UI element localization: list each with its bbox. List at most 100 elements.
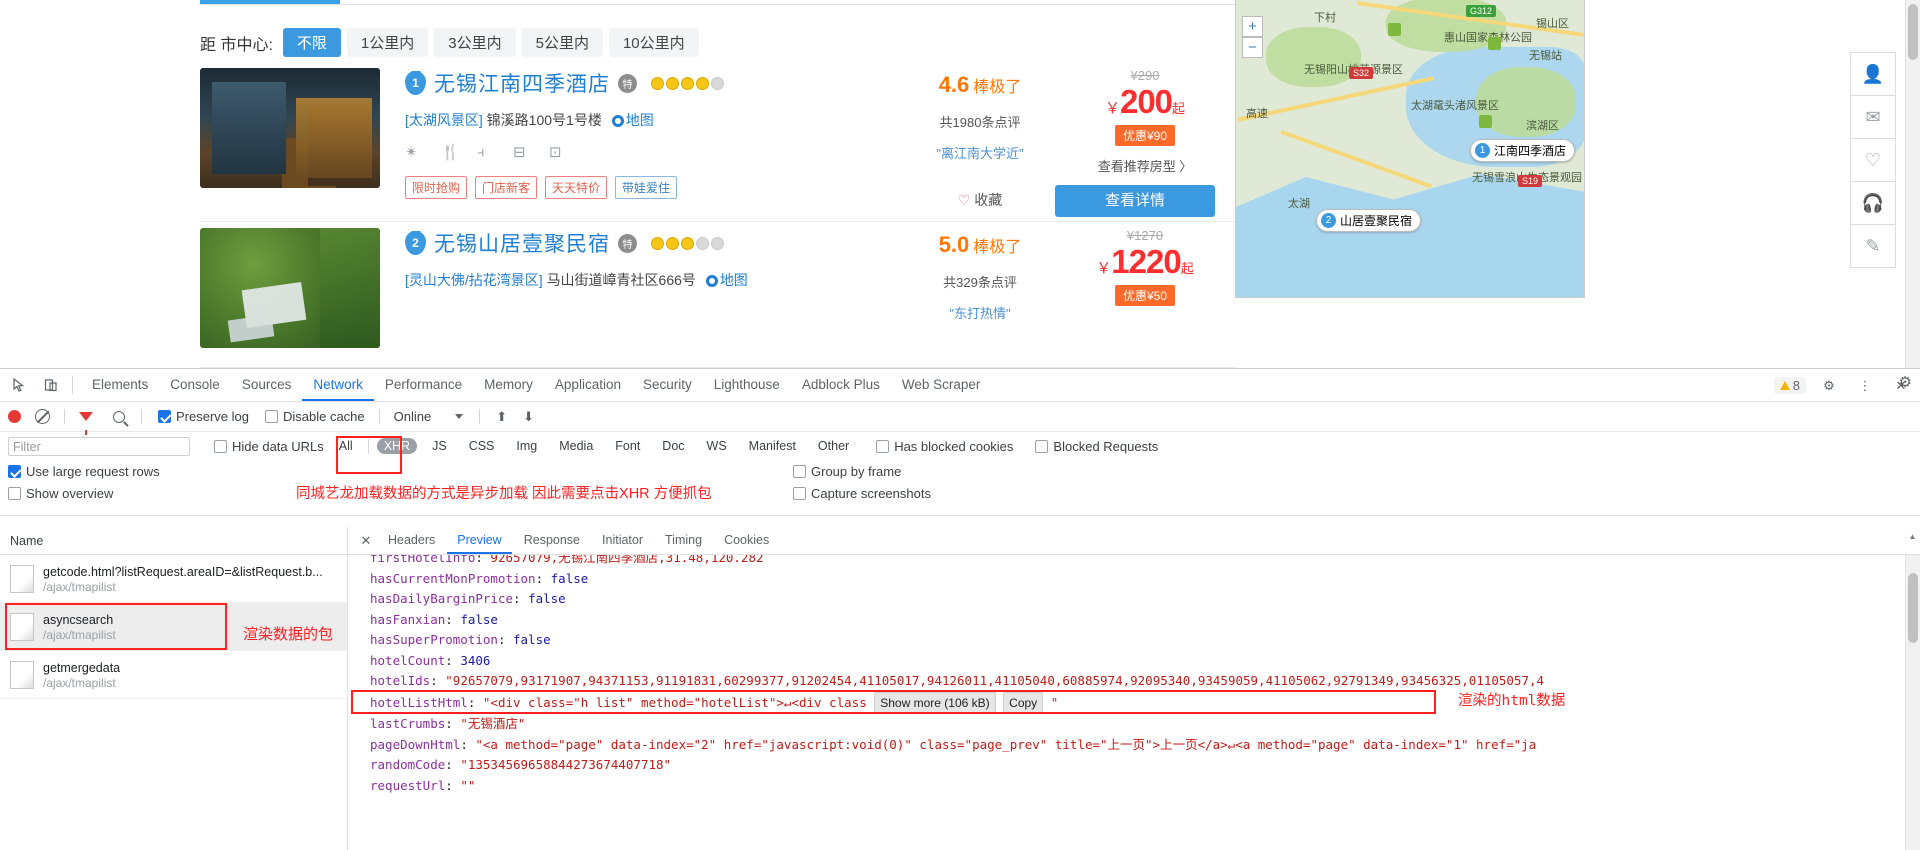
clear-icon[interactable] xyxy=(35,409,50,424)
distance-chip-2[interactable]: 3公里内 xyxy=(434,28,516,57)
request-row[interactable]: getmergedata /ajax/tmapilist xyxy=(0,651,347,699)
type-filter-media[interactable]: Media xyxy=(552,438,600,454)
detail-scrollbar[interactable]: ▲ xyxy=(1905,532,1920,850)
inspect-element-icon[interactable] xyxy=(6,372,32,398)
tab-application[interactable]: Application xyxy=(544,369,632,401)
tab-console[interactable]: Console xyxy=(159,369,231,401)
checkbox-icon[interactable] xyxy=(876,439,890,453)
hotel-map-link[interactable]: 地图 xyxy=(611,112,654,128)
hotel-map-link[interactable]: 地图 xyxy=(705,272,748,288)
type-filter-img[interactable]: Img xyxy=(509,438,544,454)
map-zoom-in-button[interactable]: + xyxy=(1242,16,1263,37)
scroll-up-arrow[interactable]: ▲ xyxy=(1905,529,1920,544)
device-toolbar-icon[interactable] xyxy=(38,372,64,398)
type-filter-other[interactable]: Other xyxy=(811,438,856,454)
type-filter-all[interactable]: All xyxy=(332,438,360,454)
type-filter-doc[interactable]: Doc xyxy=(655,438,691,454)
detail-tab-timing[interactable]: Timing xyxy=(655,527,712,554)
recommended-room-link[interactable]: 查看推荐房型 〉 xyxy=(1055,156,1235,175)
tab-network[interactable]: Network xyxy=(302,369,374,401)
tab-security[interactable]: Security xyxy=(632,369,703,401)
detail-tab-preview[interactable]: Preview xyxy=(447,527,512,554)
favorite-button[interactable]: ♡ 收藏 xyxy=(910,190,1050,210)
preserve-log-checkbox[interactable]: Preserve log xyxy=(158,409,249,424)
heart-icon[interactable]: ♡ xyxy=(1850,138,1896,182)
hotel-area[interactable]: [灵山大佛/拈花湾景区] xyxy=(405,272,543,288)
warning-badge[interactable]: 8 xyxy=(1773,377,1806,394)
hotel-card[interactable]: 1 无锡江南四季酒店 特 [太湖风景区] 锦溪路100号1号楼 地图 ✴ 🍴 ⫞… xyxy=(200,68,1235,222)
distance-chip-4[interactable]: 10公里内 xyxy=(608,28,699,57)
network-settings-icon[interactable]: ⚙ xyxy=(1899,373,1912,391)
hide-data-urls-checkbox[interactable]: Hide data URLs xyxy=(214,439,324,454)
filter-input[interactable]: Filter xyxy=(8,436,190,456)
import-har-icon[interactable]: ⬆ xyxy=(496,409,507,425)
map-poi-marker[interactable] xyxy=(1488,37,1501,50)
type-filter-xhr[interactable]: XHR xyxy=(376,438,418,454)
settings-gear-icon[interactable]: ⚙ xyxy=(1816,373,1842,399)
type-filter-js[interactable]: JS xyxy=(425,438,454,454)
filter-funnel-icon[interactable] xyxy=(79,412,93,435)
view-detail-button[interactable]: 查看详情 xyxy=(1055,185,1215,217)
tab-lighthouse[interactable]: Lighthouse xyxy=(703,369,791,401)
user-icon[interactable]: 👤 xyxy=(1850,52,1896,96)
record-button[interactable] xyxy=(8,410,21,423)
feedback-icon[interactable]: ✎ xyxy=(1850,224,1896,268)
checkbox-icon[interactable] xyxy=(158,410,171,423)
disable-cache-checkbox[interactable]: Disable cache xyxy=(264,409,365,424)
hotel-thumbnail[interactable] xyxy=(200,68,380,188)
hotel-name[interactable]: 无锡江南四季酒店 xyxy=(434,68,610,98)
map-zoom-controls[interactable]: + − xyxy=(1242,16,1263,58)
scrollbar-thumb[interactable] xyxy=(1908,573,1918,643)
page-scrollbar[interactable]: ▲ xyxy=(1905,0,1920,368)
map-zoom-out-button[interactable]: − xyxy=(1242,37,1263,58)
request-list[interactable]: Name getcode.html?listRequest.areaID=&li… xyxy=(0,527,348,850)
has-blocked-cookies-checkbox[interactable]: Has blocked cookies xyxy=(876,439,1013,454)
search-icon[interactable] xyxy=(113,410,125,423)
tab-sources[interactable]: Sources xyxy=(231,369,303,401)
hotel-name[interactable]: 无锡山居壹聚民宿 xyxy=(434,228,610,258)
show-overview-checkbox[interactable]: Show overview xyxy=(8,486,113,501)
export-har-icon[interactable]: ⬇ xyxy=(523,409,534,425)
checkbox-icon[interactable] xyxy=(1035,439,1049,453)
throttling-select[interactable]: Online xyxy=(394,409,432,424)
request-row[interactable]: getcode.html?listRequest.areaID=&listReq… xyxy=(0,555,347,603)
chevron-down-icon[interactable] xyxy=(455,414,464,419)
tab-elements[interactable]: Elements xyxy=(81,369,159,401)
map-hotel-marker[interactable]: 2 山居壹聚民宿 xyxy=(1316,209,1422,232)
close-detail-icon[interactable]: ✕ xyxy=(356,533,376,549)
more-options-icon[interactable]: ⋮ xyxy=(1852,373,1878,399)
tab-memory[interactable]: Memory xyxy=(473,369,544,401)
show-more-button[interactable]: Show more (106 kB) xyxy=(874,691,996,714)
blocked-requests-checkbox[interactable]: Blocked Requests xyxy=(1035,439,1158,454)
checkbox-icon[interactable] xyxy=(8,487,21,500)
tab-performance[interactable]: Performance xyxy=(374,369,473,401)
detail-tab-initiator[interactable]: Initiator xyxy=(592,527,653,554)
use-large-request-rows-checkbox[interactable]: Use large request rows xyxy=(8,464,160,479)
hotel-area[interactable]: [太湖风景区] xyxy=(405,112,483,128)
tab-adblock-plus[interactable]: Adblock Plus xyxy=(791,369,891,401)
type-filter-manifest[interactable]: Manifest xyxy=(742,438,803,454)
tab-web-scraper[interactable]: Web Scraper xyxy=(891,369,992,401)
distance-chip-3[interactable]: 5公里内 xyxy=(521,28,603,57)
detail-tab-cookies[interactable]: Cookies xyxy=(714,527,779,554)
map-poi-marker[interactable] xyxy=(1388,23,1401,36)
preview-json-view[interactable]: firstHotelInfo: 92657079,无锡江南四季酒店,31.48,… xyxy=(348,555,1905,850)
distance-chip-1[interactable]: 1公里内 xyxy=(346,28,429,57)
map-poi-marker[interactable] xyxy=(1479,115,1492,128)
type-filter-ws[interactable]: WS xyxy=(700,438,734,454)
map-hotel-marker[interactable]: 1 江南四季酒店 xyxy=(1470,139,1576,162)
group-by-frame-checkbox[interactable]: Group by frame xyxy=(793,464,901,479)
copy-button[interactable]: Copy xyxy=(1003,691,1044,714)
checkbox-icon[interactable] xyxy=(8,465,21,478)
capture-screenshots-checkbox[interactable]: Capture screenshots xyxy=(793,486,931,501)
detail-tab-response[interactable]: Response xyxy=(514,527,590,554)
distance-chip-0[interactable]: 不限 xyxy=(282,28,341,57)
checkbox-icon[interactable] xyxy=(793,487,806,500)
checkbox-icon[interactable] xyxy=(264,410,278,423)
type-filter-font[interactable]: Font xyxy=(608,438,647,454)
headset-icon[interactable]: 🎧 xyxy=(1850,181,1896,225)
message-icon[interactable]: ✉ xyxy=(1850,95,1896,139)
map-panel[interactable]: 下村 惠山国家森林公园 无锡阳山桃花源景区 无锡站 锡山区 太湖鼋头渚风景区 滨… xyxy=(1235,0,1585,298)
hotel-card[interactable]: 2 无锡山居壹聚民宿 特 [灵山大佛/拈花湾景区] 马山街道嶂青社区666号 地… xyxy=(200,228,1235,368)
checkbox-icon[interactable] xyxy=(214,439,227,453)
